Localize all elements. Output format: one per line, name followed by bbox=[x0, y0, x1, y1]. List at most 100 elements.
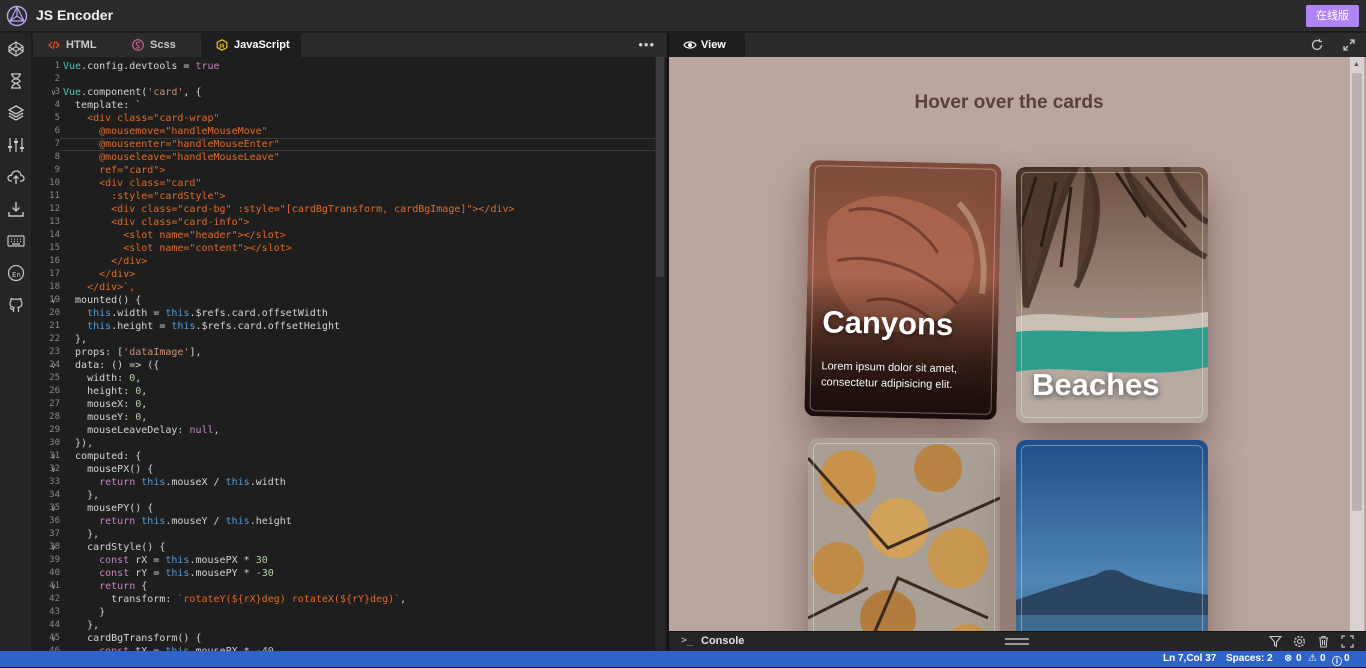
indent-spaces[interactable]: Spaces: 2 bbox=[1226, 653, 1273, 664]
line-number: 41 ∨ bbox=[49, 580, 60, 593]
html-icon bbox=[48, 40, 60, 50]
code-line[interactable]: </div>`, bbox=[63, 281, 515, 294]
line-number: 44 bbox=[49, 620, 60, 630]
code-line[interactable]: <div class="card-wrap" bbox=[63, 112, 515, 125]
fold-chevron-icon[interactable]: ∨ bbox=[51, 580, 56, 593]
code-line[interactable]: mousePY() { bbox=[63, 502, 515, 515]
code-line[interactable]: cardBgTransform() { bbox=[63, 632, 515, 645]
code-line[interactable]: height: 0, bbox=[63, 385, 515, 398]
code-line[interactable]: :style="cardStyle"> bbox=[63, 190, 515, 203]
github-icon[interactable] bbox=[7, 296, 25, 314]
code-line[interactable]: mouseY: 0, bbox=[63, 411, 515, 424]
codepen-icon[interactable] bbox=[7, 40, 25, 58]
code-line[interactable]: return { bbox=[63, 580, 515, 593]
code-line[interactable]: }, bbox=[63, 489, 515, 502]
code-line[interactable]: }, bbox=[63, 333, 515, 346]
code-line[interactable]: <slot name="content"></slot> bbox=[63, 242, 515, 255]
fold-chevron-icon[interactable]: ∨ bbox=[51, 450, 56, 463]
settings-gear-icon[interactable] bbox=[1293, 635, 1306, 648]
fold-chevron-icon[interactable]: ∨ bbox=[51, 294, 56, 307]
code-line[interactable]: @mouseenter="handleMouseEnter" bbox=[63, 138, 515, 151]
sliders-icon[interactable] bbox=[7, 136, 25, 154]
line-number: 34 bbox=[49, 490, 60, 500]
code-line[interactable]: return this.mouseY / this.height bbox=[63, 515, 515, 528]
card-canyons[interactable]: Canyons Lorem ipsum dolor sit amet, cons… bbox=[804, 160, 1002, 420]
code-line[interactable]: </div> bbox=[63, 255, 515, 268]
preview-scrollbar[interactable]: ▲ bbox=[1350, 57, 1364, 631]
download-icon[interactable] bbox=[7, 200, 25, 218]
scroll-up-arrow-icon[interactable]: ▲ bbox=[1353, 61, 1360, 68]
code-line[interactable]: </div> bbox=[63, 268, 515, 281]
online-version-button[interactable]: 在线版 bbox=[1306, 5, 1359, 27]
fold-chevron-icon[interactable]: ∨ bbox=[51, 502, 56, 515]
code-line[interactable] bbox=[63, 73, 515, 86]
code-line[interactable]: Vue.config.devtools = true bbox=[63, 60, 515, 73]
layers-icon[interactable] bbox=[7, 104, 25, 122]
code-line[interactable]: }, bbox=[63, 619, 515, 632]
code-line[interactable]: <slot name="header"></slot> bbox=[63, 229, 515, 242]
line-number: 18 bbox=[49, 282, 60, 292]
code-line[interactable]: this.height = this.$refs.card.offsetHeig… bbox=[63, 320, 515, 333]
keyboard-icon[interactable] bbox=[7, 232, 25, 250]
console-resize-handle[interactable] bbox=[1005, 638, 1029, 645]
line-number: 43 bbox=[49, 607, 60, 617]
code-line[interactable]: <div class="card-bg" :style="[cardBgTran… bbox=[63, 203, 514, 216]
eye-icon bbox=[683, 41, 697, 49]
preview-pane: Hover over the cards Canyons Lorem ipsum… bbox=[669, 57, 1366, 631]
code-line[interactable]: const rX = this.mousePX * 30 bbox=[63, 554, 515, 567]
editor-scrollbar[interactable] bbox=[655, 57, 665, 651]
console-label[interactable]: Console bbox=[701, 635, 744, 647]
code-line[interactable]: }, bbox=[63, 528, 515, 541]
card-forest[interactable] bbox=[808, 438, 1000, 631]
code-content[interactable]: Vue.config.devtools = true Vue.component(… bbox=[63, 60, 515, 651]
code-line[interactable]: width: 0, bbox=[63, 372, 515, 385]
code-line[interactable]: template: ` bbox=[63, 99, 515, 112]
code-editor[interactable]: 1 2 3 ∨ 4 5 6 7 8 9 10 11 12 13 14 15 16 17 18 19 ∨ 20 21 22 23 2… bbox=[33, 57, 667, 651]
code-line[interactable]: @mousemove="handleMouseMove" bbox=[63, 125, 515, 138]
code-line[interactable]: <div class="card-info"> bbox=[63, 216, 515, 229]
code-line[interactable]: }), bbox=[63, 437, 515, 450]
card-mountain[interactable] bbox=[1016, 440, 1208, 631]
code-line[interactable]: cardStyle() { bbox=[63, 541, 515, 554]
code-line[interactable]: } bbox=[63, 606, 515, 619]
code-line[interactable]: @mouseleave="handleMouseLeave" bbox=[63, 151, 515, 164]
card-canyons-title: Canyons bbox=[821, 304, 954, 343]
code-line[interactable]: computed: { bbox=[63, 450, 515, 463]
cloud-upload-icon[interactable] bbox=[7, 168, 25, 186]
code-line[interactable]: props: ['dataImage'], bbox=[63, 346, 515, 359]
tab-javascript[interactable]: JS JavaScript bbox=[201, 33, 301, 57]
language-icon[interactable]: En bbox=[7, 264, 25, 282]
fold-chevron-icon[interactable]: ∨ bbox=[51, 463, 56, 476]
app-logo-icon bbox=[6, 5, 28, 27]
code-line[interactable]: Vue.component('card', { bbox=[63, 86, 515, 99]
code-line[interactable]: mousePX() { bbox=[63, 463, 515, 476]
fullscreen-console-icon[interactable] bbox=[1341, 635, 1354, 648]
code-line[interactable]: mouseX: 0, bbox=[63, 398, 515, 411]
code-line[interactable]: ref="card"> bbox=[63, 164, 515, 177]
fold-chevron-icon[interactable]: ∨ bbox=[51, 632, 56, 645]
code-line[interactable]: mouseLeaveDelay: null, bbox=[63, 424, 515, 437]
code-line[interactable]: const rY = this.mousePY * -30 bbox=[63, 567, 515, 580]
status-bar: Ln 7,Col 37 Spaces: 2 ⊗ 0 ⚠ 0 ⓘ 0 bbox=[0, 651, 1366, 668]
code-line[interactable]: <div class="card" bbox=[63, 177, 515, 190]
trash-icon[interactable] bbox=[1317, 635, 1330, 648]
preview-scrollbar-thumb[interactable] bbox=[1352, 73, 1362, 511]
fold-chevron-icon[interactable]: ∨ bbox=[51, 359, 56, 372]
code-line[interactable]: mounted() { bbox=[63, 294, 515, 307]
refresh-icon[interactable] bbox=[1310, 38, 1324, 52]
filter-icon[interactable] bbox=[1269, 635, 1282, 648]
tab-view[interactable]: View bbox=[669, 33, 745, 57]
code-line[interactable]: return this.mouseX / this.width bbox=[63, 476, 515, 489]
more-options-button[interactable]: ••• bbox=[638, 37, 655, 52]
expand-icon[interactable] bbox=[1342, 38, 1356, 52]
fold-chevron-icon[interactable]: ∨ bbox=[51, 541, 56, 554]
tab-html[interactable]: HTML bbox=[33, 33, 117, 57]
code-line[interactable]: data: () => ({ bbox=[63, 359, 515, 372]
code-line[interactable]: transform: `rotateY(${rX}deg) rotateX(${… bbox=[63, 593, 515, 606]
code-line[interactable]: this.width = this.$refs.card.offsetWidth bbox=[63, 307, 515, 320]
hourglass-icon[interactable] bbox=[7, 72, 25, 90]
editor-scrollbar-thumb[interactable] bbox=[656, 57, 664, 277]
fold-chevron-icon[interactable]: ∨ bbox=[51, 86, 56, 99]
card-beaches[interactable]: Beaches bbox=[1016, 167, 1208, 423]
tab-scss[interactable]: Scss bbox=[117, 33, 201, 57]
